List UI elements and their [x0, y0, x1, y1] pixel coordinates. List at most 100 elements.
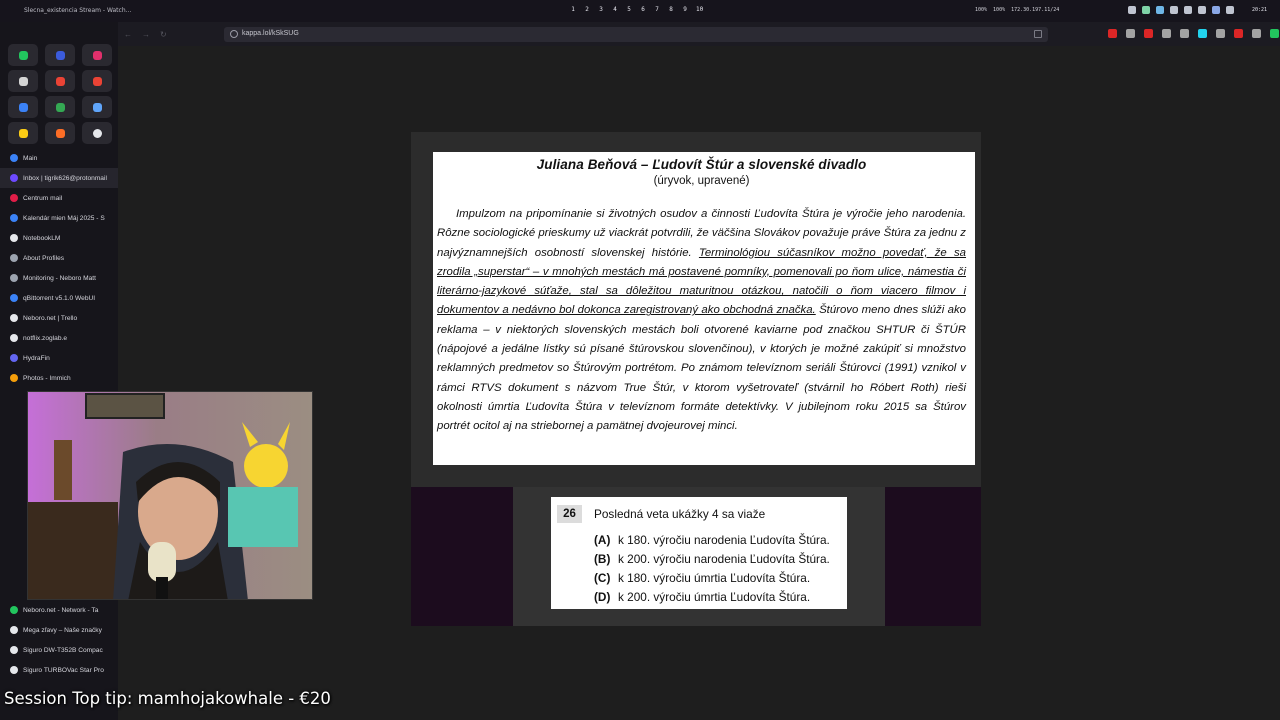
answer-option-a[interactable]: (A) k 180. výročiu narodenia Ľudovíta Štú… [594, 531, 830, 550]
pinned-tab[interactable] [8, 70, 38, 92]
pinned-tab[interactable] [45, 44, 75, 66]
tab-siguro-dw[interactable]: Sigurо DW-T352B Compac [0, 640, 118, 660]
answer-option-c[interactable]: (C) k 180. výročiu úmrtia Ľudovíta Štúra. [594, 569, 830, 588]
reader-view-icon[interactable] [1034, 30, 1042, 38]
excerpt-paragraph: Impulzom na pripomínanie si životných os… [437, 205, 966, 437]
tab-mega-zlavy[interactable]: Mega zľavy – Naše značky [0, 620, 118, 640]
tab-list-bottom: Neboro.net - Network - Ta Mega zľavy – N… [0, 600, 118, 680]
tab-label: Sigurо TURBOVac Star Pro [23, 666, 104, 674]
tab-hydrafin[interactable]: HydraFin [0, 348, 118, 368]
extension-icon[interactable] [1270, 29, 1279, 38]
option-key: (A) [594, 533, 611, 547]
paragraph-text: Štúrovo meno dnes slúži ako reklama – v … [437, 304, 966, 433]
ip-readout: 172.30.197.11/24 [1011, 7, 1060, 13]
pinned-tab[interactable] [82, 70, 112, 92]
tab-qbittorrent[interactable]: qBittorrent v5.1.0 WebUI [0, 288, 118, 308]
answer-options: (A) k 180. výročiu narodenia Ľudovíta Štú… [594, 531, 830, 607]
answer-option-b[interactable]: (B) k 200. výročiu narodenia Ľudovíta Štú… [594, 550, 830, 569]
answer-option-d[interactable]: (D) k 200. výročiu úmrtia Ľudovíta Štúra. [594, 588, 830, 607]
tab-notflix[interactable]: notflix.zoglab.e [0, 328, 118, 348]
workspace-8[interactable]: 8 [668, 6, 674, 13]
extension-icon[interactable] [1198, 29, 1207, 38]
extension-icon[interactable] [1252, 29, 1261, 38]
pinned-tabs [8, 44, 112, 144]
workspace-1[interactable]: 1 [570, 6, 576, 13]
extensions-bar [1108, 29, 1279, 38]
extension-icon[interactable] [1144, 29, 1153, 38]
question-number: 26 [557, 505, 582, 523]
workspace-9[interactable]: 9 [682, 6, 688, 13]
monitor-icon [10, 274, 18, 282]
workspace-7[interactable]: 7 [654, 6, 660, 13]
shop-icon [10, 626, 18, 634]
pinned-tab[interactable] [45, 70, 75, 92]
tab-kalendar[interactable]: Kalendár mien Máj 2025 - S [0, 208, 118, 228]
option-text: k 180. výročiu úmrtia Ľudovíta Štúra. [618, 571, 811, 585]
tray-app-icon[interactable] [1170, 6, 1178, 14]
question-text: Posledná veta ukážky 4 sa viaže [594, 507, 766, 521]
x-icon [18, 76, 28, 86]
pinned-tab[interactable] [82, 96, 112, 118]
workspace-4[interactable]: 4 [612, 6, 618, 13]
shop-icon [10, 666, 18, 674]
forward-icon[interactable]: → [142, 30, 150, 39]
proton-icon [10, 174, 18, 182]
page-icon [10, 334, 18, 342]
pinned-tab[interactable] [45, 96, 75, 118]
pinned-tab[interactable] [82, 122, 112, 144]
extension-icon[interactable] [1162, 29, 1171, 38]
tab-label: Mega zľavy – Naše značky [23, 626, 102, 634]
tray-app-icon[interactable] [1184, 6, 1192, 14]
tab-profiles[interactable]: About Profiles [0, 248, 118, 268]
pinned-tab[interactable] [45, 122, 75, 144]
address-bar[interactable]: kappa.lol/kSkSUG [224, 27, 1048, 42]
workspace-3[interactable]: 3 [598, 6, 604, 13]
tab-label: Centrum mail [23, 194, 63, 202]
tray-app-icon[interactable] [1128, 6, 1136, 14]
tray-app-icon[interactable] [1142, 6, 1150, 14]
exam-text-excerpt: Juliana Beňová – Ľudovít Štúr a slovensk… [433, 152, 975, 465]
tray-app-icon[interactable] [1198, 6, 1206, 14]
workspace-10[interactable]: 10 [696, 6, 703, 13]
tab-label: NotebookLM [23, 234, 61, 242]
tab-trello[interactable]: Neboro.net | Trello [0, 308, 118, 328]
webcam-image [28, 392, 312, 599]
tab-siguro-turbovac[interactable]: Sigurо TURBOVac Star Pro [0, 660, 118, 680]
tab-list: Main Inbox | tigrik626@protonmail Centru… [0, 148, 118, 388]
tab-notebooklm[interactable]: NotebookLM [0, 228, 118, 248]
extension-icon[interactable] [1234, 29, 1243, 38]
workspace-5[interactable]: 5 [626, 6, 632, 13]
pinned-tab[interactable] [82, 44, 112, 66]
extension-icon[interactable] [1216, 29, 1225, 38]
url-text[interactable]: kappa.lol/kSkSUG [242, 30, 299, 37]
extension-icon[interactable] [1180, 29, 1189, 38]
tab-inbox[interactable]: Inbox | tigrik626@protonmail [0, 168, 118, 188]
qbittorrent-icon [10, 294, 18, 302]
pinned-tab[interactable] [8, 122, 38, 144]
tab-main[interactable]: Main [0, 148, 118, 168]
pinned-tab[interactable] [8, 96, 38, 118]
tab-label: HydraFin [23, 354, 50, 362]
extension-icon[interactable] [1126, 29, 1135, 38]
workspace-switcher[interactable]: 1 2 3 4 5 6 7 8 9 10 [570, 6, 703, 13]
excerpt-subtitle: (úryvok, upravené) [653, 175, 750, 187]
pinned-tab[interactable] [8, 44, 38, 66]
tray-app-icon[interactable] [1226, 6, 1234, 14]
tab-immich[interactable]: Photos - Immich [0, 368, 118, 388]
tab-monitoring[interactable]: Monitoring - Neboro Matt [0, 268, 118, 288]
option-key: (B) [594, 552, 611, 566]
tray-app-icon[interactable] [1212, 6, 1220, 14]
tray-app-icon[interactable] [1156, 6, 1164, 14]
reload-icon[interactable]: ↻ [160, 30, 167, 39]
brightness-readout: 100% [993, 7, 1006, 13]
back-icon[interactable]: ← [124, 30, 132, 39]
tab-label: qBittorrent v5.1.0 WebUI [23, 294, 96, 302]
tab-centrum[interactable]: Centrum mail [0, 188, 118, 208]
option-text: k 200. výročiu narodenia Ľudovíta Štúra. [618, 552, 830, 566]
extension-icon[interactable] [1108, 29, 1117, 38]
workspace-6[interactable]: 6 [640, 6, 646, 13]
site-info-icon[interactable] [230, 30, 238, 38]
tab-neboro-network[interactable]: Neboro.net - Network - Ta [0, 600, 118, 620]
workspace-2[interactable]: 2 [584, 6, 590, 13]
browser-sidebar: Main Inbox | tigrik626@protonmail Centru… [0, 22, 118, 720]
